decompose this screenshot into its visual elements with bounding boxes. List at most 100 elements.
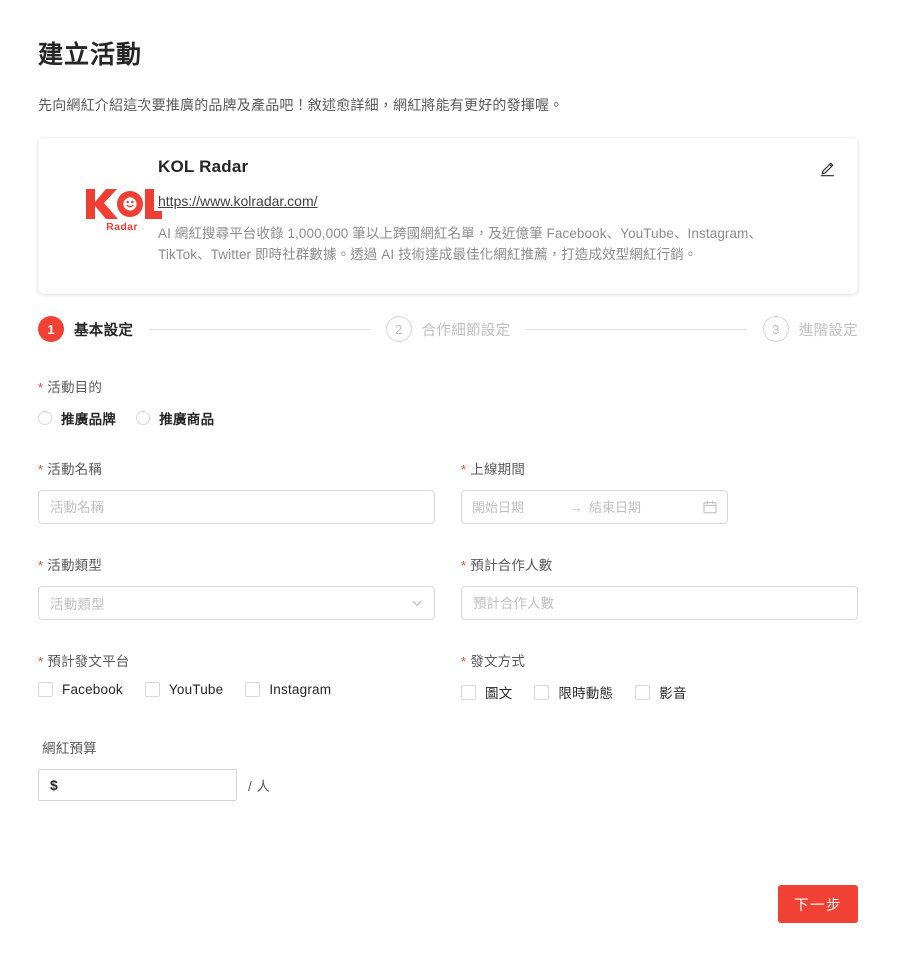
label-text: 上線期間 xyxy=(470,462,526,477)
radio-circle-icon xyxy=(38,411,52,425)
label-text: 預計合作人數 xyxy=(470,558,553,573)
field-expected-people: * 預計合作人數 xyxy=(461,556,858,620)
required-mark: * xyxy=(38,380,44,395)
kol-radar-logo-icon: Radar xyxy=(86,189,162,233)
step-3-advanced-settings[interactable]: 3 進階設定 xyxy=(762,316,858,342)
step-3-number: 3 xyxy=(762,316,789,342)
daterange-separator-icon: → xyxy=(570,499,583,515)
form-row-1: *活動名稱 *上線期間 → xyxy=(38,460,858,524)
field-influencer-budget: 網紅預算 / 人 xyxy=(38,739,858,801)
radio-promote-brand-label: 推廣品牌 xyxy=(61,412,117,427)
checkbox-square-icon xyxy=(534,684,550,700)
required-mark: * xyxy=(38,558,44,573)
brand-description: AI 網紅搜尋平台收錄 1,000,000 筆以上跨國網紅名單，及近億筆 Fac… xyxy=(158,226,763,262)
brand-url-link[interactable]: https://www.kolradar.com/ xyxy=(158,191,318,211)
checkbox-square-icon xyxy=(635,684,651,700)
budget-row: / 人 xyxy=(38,769,858,801)
page-title: 建立活動 xyxy=(38,41,143,69)
budget-input[interactable] xyxy=(38,769,237,801)
campaign-purpose-radio-group: 推廣品牌 推廣商品 xyxy=(38,408,858,428)
radio-promote-brand[interactable]: 推廣品牌 xyxy=(38,408,116,428)
checkbox-youtube[interactable]: YouTube xyxy=(144,682,224,697)
step-connector-2 xyxy=(526,328,747,330)
label-text: 活動名稱 xyxy=(47,462,103,477)
required-mark: * xyxy=(461,654,467,669)
label-platforms: * 預計發文平台 xyxy=(38,652,435,672)
checkbox-instagram[interactable]: Instagram xyxy=(245,682,331,697)
step-3-label: 進階設定 xyxy=(798,322,858,339)
edit-brand-button[interactable] xyxy=(814,156,840,182)
radio-promote-product-label: 推廣商品 xyxy=(159,412,215,427)
field-campaign-purpose: * 活動目的 推廣品牌 推廣商品 xyxy=(38,378,858,428)
brand-name: KOL Radar xyxy=(158,157,249,176)
step-connector-1 xyxy=(149,328,370,330)
next-step-button[interactable]: 下一步 xyxy=(778,885,858,923)
checkbox-facebook-label: Facebook xyxy=(62,682,123,697)
checkbox-video-label: 影音 xyxy=(659,686,687,701)
label-campaign-type: * 活動類型 xyxy=(38,556,435,576)
checkbox-square-icon xyxy=(461,684,476,700)
create-campaign-page: 建立活動 先向網紅介紹這次要推廣的品牌及產品吧！敘述愈詳細，網紅將能有更好的發揮… xyxy=(0,0,898,962)
step-1-label: 基本設定 xyxy=(74,322,134,339)
checkbox-square-icon xyxy=(38,682,53,697)
step-2-number: 2 xyxy=(385,316,412,342)
label-online-period: * 上線期間 xyxy=(461,460,858,480)
platforms-checkbox-group: Facebook YouTube Instagram xyxy=(38,682,435,697)
checkbox-story[interactable]: 限時動態 xyxy=(534,682,613,702)
campaign-name-input[interactable] xyxy=(38,490,435,524)
step-2-label: 合作細節設定 xyxy=(421,322,511,339)
label-text: 網紅預算 xyxy=(42,741,97,756)
label-post-types: * 發文方式 xyxy=(461,652,858,672)
checkbox-video[interactable]: 影音 xyxy=(635,682,686,702)
end-date-input[interactable] xyxy=(589,499,681,515)
form-row-3: * 預計發文平台 Facebook YouTube Instagram * 發文… xyxy=(38,652,858,702)
step-2-collab-details[interactable]: 2 合作細節設定 xyxy=(385,316,511,342)
calendar-icon[interactable] xyxy=(703,500,717,514)
brand-card: Radar KOL Radar https://www.kolradar.com… xyxy=(38,138,858,294)
svg-text:Radar: Radar xyxy=(106,221,138,233)
campaign-form: * 活動目的 推廣品牌 推廣商品 * 活動名稱 活動名稱 * 上線期間 開始日期… xyxy=(38,378,858,801)
label-text: 預計發文平台 xyxy=(47,654,130,669)
online-period-daterange[interactable]: → xyxy=(461,490,728,524)
pencil-edit-icon xyxy=(820,162,834,176)
radio-circle-icon xyxy=(136,411,151,425)
required-mark: * xyxy=(461,558,467,573)
checkbox-image-text-label: 圖文 xyxy=(485,686,513,701)
label-expected-people: * 預計合作人數 xyxy=(461,556,858,576)
checkbox-image-text[interactable]: 圖文 xyxy=(461,682,512,702)
start-date-input[interactable] xyxy=(472,499,564,515)
checkbox-square-icon xyxy=(144,682,160,697)
step-indicator: 1 基本設定 2 合作細節設定 3 進階設定 xyxy=(38,316,858,342)
brand-info: KOL Radar https://www.kolradar.com/ AI 網… xyxy=(158,154,812,265)
campaign-type-selected-value: 活動類型 xyxy=(50,597,105,612)
step-1-number: 1 xyxy=(38,316,64,342)
page-subtitle: 先向網紅介紹這次要推廣的品牌及產品吧！敘述愈詳細，網紅將能有更好的發揮喔。 xyxy=(38,97,564,113)
post-types-checkbox-group: 圖文 限時動態 影音 xyxy=(461,682,858,702)
label-campaign-name: * 活動名稱 xyxy=(38,460,435,480)
field-post-types: * 發文方式 圖文 限時動態 影音 xyxy=(461,652,858,702)
field-campaign-name: * 活動名稱 xyxy=(38,460,435,524)
field-online-period: *上線期間 → xyxy=(461,460,858,524)
required-mark: * xyxy=(38,654,44,669)
label-influencer-budget: 網紅預算 xyxy=(38,739,858,759)
required-mark: * xyxy=(38,462,44,477)
label-text: 活動類型 xyxy=(47,558,103,573)
checkbox-instagram-label: Instagram xyxy=(269,682,332,697)
form-row-2: * 活動類型 活動類型 * 預計合作人數 xyxy=(38,556,858,620)
step-1-basic-settings[interactable]: 1 基本設定 xyxy=(38,316,133,342)
campaign-type-select[interactable]: 活動類型 xyxy=(38,586,435,620)
expected-people-input[interactable] xyxy=(461,586,858,620)
required-mark: * xyxy=(461,462,467,477)
label-text: 發文方式 xyxy=(470,654,526,669)
field-campaign-type: * 活動類型 活動類型 xyxy=(38,556,435,620)
checkbox-square-icon xyxy=(245,682,261,697)
label-text: 活動目的 xyxy=(47,380,103,395)
checkbox-youtube-label: YouTube xyxy=(168,682,224,697)
label-campaign-purpose: * 活動目的 xyxy=(38,378,858,398)
budget-unit-label: / 人 xyxy=(248,779,271,794)
field-platforms: * 預計發文平台 Facebook YouTube Instagram xyxy=(38,652,435,702)
checkbox-facebook[interactable]: Facebook xyxy=(38,682,123,697)
checkbox-story-label: 限時動態 xyxy=(558,686,614,701)
chevron-down-icon xyxy=(411,597,423,609)
radio-promote-product[interactable]: 推廣商品 xyxy=(136,408,214,428)
